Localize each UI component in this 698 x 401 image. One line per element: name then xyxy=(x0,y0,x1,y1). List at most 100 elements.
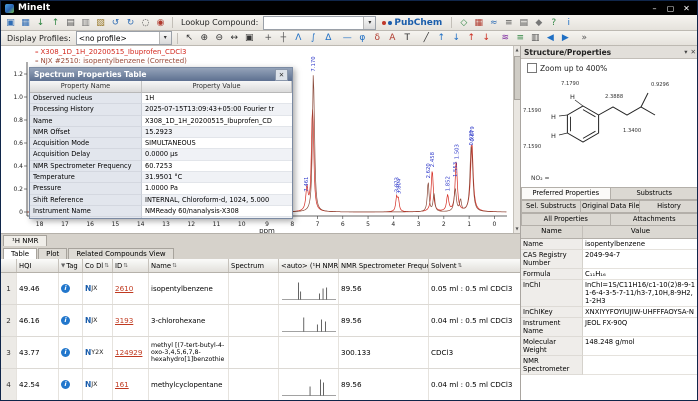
table-row[interactable]: 149.46iNJX2610isopentylbenzene89.560.05 … xyxy=(1,273,520,305)
print-icon[interactable]: ▤ xyxy=(64,17,77,29)
multiplet-analysis-icon[interactable]: Δ xyxy=(322,32,335,44)
help-icon[interactable]: ? xyxy=(547,17,560,29)
display-profiles-combobox[interactable]: <no profile> ▾ xyxy=(76,31,172,45)
column-header-co-dl[interactable]: Co Dl⇅ xyxy=(83,259,113,272)
value-column-header[interactable]: Value xyxy=(583,226,698,238)
panel-close-icon[interactable]: ✕ xyxy=(691,48,696,56)
fit-width-icon[interactable]: ↔ xyxy=(228,32,241,44)
tab-attachments[interactable]: Attachments xyxy=(611,213,698,226)
copy-icon[interactable]: ▥ xyxy=(79,17,92,29)
column-header-spectrum[interactable]: Spectrum xyxy=(229,259,279,272)
column-header-hqi[interactable]: HQI xyxy=(17,259,59,272)
legend-item[interactable]: –X308_1D_1H_20200515_Ibuprofen_CDCl3 xyxy=(35,48,187,57)
id-link[interactable]: 3193 xyxy=(115,317,133,325)
open-database-icon[interactable]: ▣ xyxy=(4,17,17,29)
spectrum-vertical-scrollbar[interactable]: ▲ ▼ xyxy=(513,46,520,233)
id-link[interactable]: 161 xyxy=(115,381,129,389)
spectrum-view-icon[interactable]: ≈ xyxy=(487,17,500,29)
column-header-id[interactable]: ID⇅ xyxy=(113,259,149,272)
more-tools-icon[interactable]: » xyxy=(578,32,591,44)
properties-icon[interactable]: ◆ xyxy=(532,17,545,29)
info-icon[interactable]: i xyxy=(61,380,70,389)
maximize-button[interactable]: ▢ xyxy=(664,3,677,14)
tab-sel-substructs[interactable]: Sel. Substructs xyxy=(521,200,581,213)
info-icon[interactable]: i xyxy=(61,348,70,357)
column-header-tag[interactable]: ▼Tag xyxy=(59,259,83,272)
info-icon[interactable]: i xyxy=(562,17,575,29)
zoom-checkbox-row[interactable]: Zoom up to 400% xyxy=(521,59,698,75)
phase-correction-icon[interactable]: φ xyxy=(356,32,369,44)
tab-related-compounds-view[interactable]: Related Compounds View xyxy=(68,248,173,259)
stack-spectra-icon[interactable]: ≡ xyxy=(514,32,527,44)
column-header-nmr-spectrometer-frequency[interactable]: NMR Spectrometer Frequency⇅ xyxy=(339,259,429,272)
table-row[interactable]: 246.16iNJX31933-chlorohexane89.560.04 ml… xyxy=(1,305,520,337)
table-view-icon[interactable]: ▤ xyxy=(517,17,530,29)
annotation-icon[interactable]: T xyxy=(401,32,414,44)
popup-title-bar[interactable]: Spectrum Properties Table ✕ xyxy=(30,68,292,81)
tab-preferred-properties[interactable]: Preferred Properties xyxy=(521,187,611,200)
reference-icon[interactable]: δ xyxy=(371,32,384,44)
tab-substructs[interactable]: Substructs xyxy=(611,187,698,200)
minimize-button[interactable]: – xyxy=(648,3,661,14)
scroll-up-icon[interactable]: ▲ xyxy=(515,46,518,54)
structure-viewer[interactable]: HHH7.17907.15907.15902.38881.34000.9296 xyxy=(521,75,698,175)
undo-icon[interactable]: ↺ xyxy=(109,17,122,29)
tab-1h-nmr[interactable]: ¹H NMR xyxy=(3,235,47,246)
tab-all-properties[interactable]: All Properties xyxy=(521,213,611,226)
popup-close-button[interactable]: ✕ xyxy=(275,69,288,81)
zoom-in-icon[interactable]: ⊕ xyxy=(198,32,211,44)
column-header-solvent[interactable]: Solvent⇅ xyxy=(429,259,520,272)
redo-icon[interactable]: ↻ xyxy=(124,17,137,29)
panel-header[interactable]: Structure/Properties ▾ ✕ xyxy=(521,46,698,59)
increase-intensity-icon[interactable]: ↑ xyxy=(435,32,448,44)
info-icon[interactable]: i xyxy=(61,316,70,325)
previous-spectrum-icon[interactable]: ◀ xyxy=(544,32,557,44)
paste-icon[interactable]: ▧ xyxy=(94,17,107,29)
zoom-out-icon[interactable]: ⊖ xyxy=(213,32,226,44)
table-row[interactable]: 442.54iNJX161methylcyclopentane89.560.04… xyxy=(1,369,520,401)
column-header--auto-h-nmr-[interactable]: <auto> (¹H NMR) xyxy=(279,259,339,272)
arrange-windows-icon[interactable]: ▥ xyxy=(529,32,542,44)
close-button[interactable]: ✕ xyxy=(680,3,693,14)
name-column-header[interactable]: Name xyxy=(521,226,583,238)
tab-history[interactable]: History xyxy=(640,200,698,213)
full-view-icon[interactable]: ▣ xyxy=(243,32,256,44)
table-row[interactable]: 343.77iNY2X124929methyl [(7-tert-butyl-4… xyxy=(1,337,520,369)
column-header-name[interactable]: Name⇅ xyxy=(149,259,229,272)
pan-icon[interactable]: + xyxy=(262,32,275,44)
column-header-rownum[interactable] xyxy=(1,259,17,272)
scale-down-icon[interactable]: ↓ xyxy=(480,32,493,44)
panel-pin-icon[interactable]: ▾ xyxy=(684,48,687,56)
export-spectrum-icon[interactable]: ↑ xyxy=(49,17,62,29)
structure-editor-icon[interactable]: ◇ xyxy=(457,17,470,29)
crosshair-icon[interactable]: ┼ xyxy=(277,32,290,44)
dropdown-arrow-icon[interactable]: ▾ xyxy=(159,32,171,44)
lookup-compound-combobox[interactable]: ▾ xyxy=(263,16,376,30)
tab-table[interactable]: Table xyxy=(3,248,37,259)
scroll-down-icon[interactable]: ▼ xyxy=(515,225,518,233)
assignment-icon[interactable]: A xyxy=(386,32,399,44)
superimpose-spectra-icon[interactable]: ≋ xyxy=(499,32,512,44)
stacked-view-icon[interactable]: ≡ xyxy=(502,17,515,29)
compound-lookup-icon[interactable]: ◉ xyxy=(154,17,167,29)
tab-plot[interactable]: Plot xyxy=(38,248,67,259)
dropdown-arrow-icon[interactable]: ▾ xyxy=(363,17,375,29)
periodic-table-icon[interactable]: ▦ xyxy=(472,17,485,29)
next-spectrum-icon[interactable]: ▶ xyxy=(559,32,572,44)
checkbox-icon[interactable] xyxy=(527,63,537,73)
legend-item[interactable]: –NJX #2510: isopentylbenzene (Corrected) xyxy=(35,57,187,66)
scale-up-icon[interactable]: ↑ xyxy=(465,32,478,44)
lookup-compound-input[interactable] xyxy=(264,18,363,28)
id-link[interactable]: 2610 xyxy=(115,285,133,293)
decrease-intensity-icon[interactable]: ↓ xyxy=(450,32,463,44)
tab-original-data-files[interactable]: Original Data Files xyxy=(581,200,640,213)
pointer-icon[interactable]: ↖ xyxy=(183,32,196,44)
draw-line-icon[interactable]: ╱ xyxy=(420,32,433,44)
save-icon[interactable]: ▦ xyxy=(19,17,32,29)
integration-icon[interactable]: ∫ xyxy=(307,32,320,44)
info-icon[interactable]: i xyxy=(61,284,70,293)
title-bar[interactable]: MineIt – ▢ ✕ xyxy=(1,1,697,15)
import-spectrum-icon[interactable]: ↓ xyxy=(34,17,47,29)
peak-picking-icon[interactable]: Λ xyxy=(292,32,305,44)
spectrum-panel[interactable]: 18171615141312111098765432101.21.00.80.6… xyxy=(1,46,513,233)
